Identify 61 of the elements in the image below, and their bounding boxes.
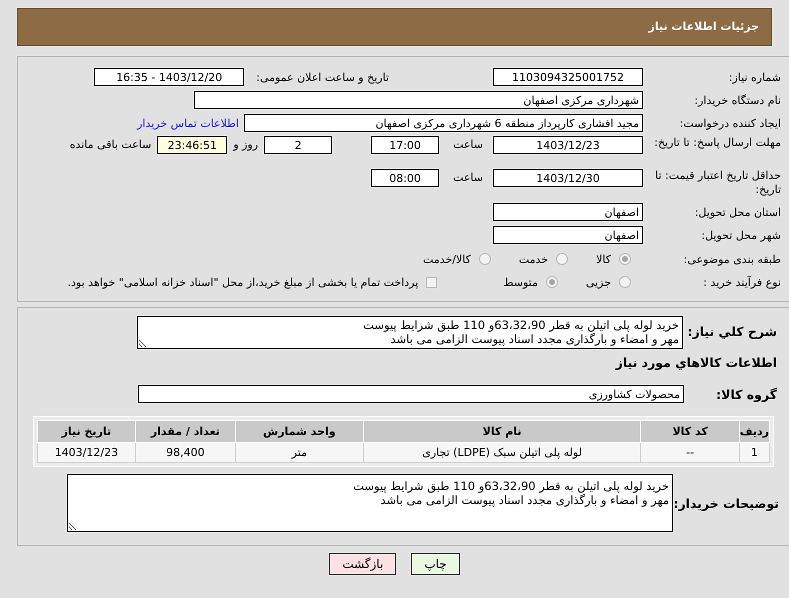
column-header: کد کالا (640, 420, 740, 442)
section-heading: اطلاعات كالاهاي مورد نياز (616, 354, 777, 370)
contact-link[interactable]: اطلاعات تماس خریدار (137, 116, 239, 130)
radio-button[interactable] (546, 276, 558, 288)
radio-label: کالا/خدمت (423, 252, 471, 266)
radio-button[interactable] (619, 276, 631, 288)
field-label: شهر محل تحویل: (701, 228, 781, 242)
field-label: تاریخ و ساعت اعلان عمومی: (256, 70, 389, 84)
table-cell: لوله پلی اتیلن سبک (LDPE) تجاری (363, 442, 641, 462)
field-label: ساعت باقی مانده (70, 138, 152, 151)
value-field: 1403/12/23 (493, 136, 643, 154)
field-label: استان محل تحویل: (694, 206, 781, 218)
radio-button[interactable] (619, 253, 631, 265)
field-label: ساعت (453, 171, 483, 184)
page-header: جزئیات اطلاعات نیاز (17, 8, 772, 46)
print-button[interactable]: چاپ (411, 553, 460, 575)
field-label: ساعت (453, 138, 483, 151)
value-field: اصفهان (493, 226, 643, 244)
value-field: محصولات کشاورزی (138, 385, 684, 403)
radio-label: خدمت (518, 252, 548, 266)
description-field[interactable]: خرید لوله پلی اتیلن به قطر 63،32،90و 110 طبق شرایط پیوست مهر و امضاء و بارگذاری مجدد اسناد پیوست الزامی می باشد (137, 316, 683, 349)
field-label: مهلت ارسال پاسخ: تا تاریخ: (653, 136, 781, 150)
field-label: شرح کلي نياز: (688, 324, 777, 339)
checkbox[interactable] (426, 276, 438, 288)
field-label: توضیحات خریدار: (673, 496, 779, 510)
value-field: 17:00 (371, 136, 440, 154)
radio-label: جزیی (586, 276, 611, 288)
value-field: اصفهان (493, 203, 643, 221)
field-label: نوع فرآیند خرید : (703, 276, 781, 288)
value-field: 2 (264, 136, 332, 154)
radio-label: متوسط (503, 276, 538, 288)
table-cell: متر (235, 442, 364, 462)
field-label: شماره نیاز: (728, 70, 781, 84)
field-label: گروه كالا: (716, 386, 777, 402)
table-cell: 1 (739, 442, 770, 462)
column-header: ردیف (739, 420, 770, 442)
table-cell: 1403/12/23 (38, 442, 136, 462)
field-label: روز و (233, 138, 258, 151)
field-label: ایجاد کننده درخواست: (680, 116, 781, 130)
column-header: نام کالا (363, 420, 641, 442)
radio-button[interactable] (478, 253, 491, 265)
table-cell: 98,400 (135, 442, 236, 462)
checkbox-label: پرداخت تمام یا بخشی از مبلغ خرید،از محل "اسناد خزانه اسلامی" خواهد بود. (68, 276, 418, 288)
field-label: طبقه بندی موضوعی: (684, 252, 781, 266)
radio-button[interactable] (556, 253, 568, 265)
field-label: نام دستگاه خریدار: (694, 94, 781, 106)
notes-field[interactable]: خرید لوله پلی اتیلن به قطر 63،32،90و 110 طبق شرایط پیوست مهر و امضاء و بارگذاری مجدد اسناد پیوست الزامی می باشد (67, 474, 673, 532)
value-field: شهرداری مرکزی اصفهان (194, 91, 643, 109)
back-button[interactable]: بازگشت (329, 553, 396, 575)
radio-label: کالا (596, 252, 611, 266)
field-label: حداقل تاریخ اعتبار قیمت: تا تاریخ: (654, 169, 781, 197)
table-cell: -- (640, 442, 740, 462)
value-field: 08:00 (371, 169, 440, 187)
value-field: 1403/12/20 - 16:35 (94, 68, 244, 86)
column-header: تاریخ نیاز (38, 420, 136, 442)
column-header: تعداد / مقدار (135, 420, 236, 442)
timer-field: 23:46:51 (157, 136, 228, 154)
value-field: 1403/12/30 (493, 169, 643, 187)
value-field: مجید افشاری کارپرداز منطقه 6 شهرداری مرکزی اصفهان (244, 114, 643, 132)
column-header: واحد شمارش (235, 420, 364, 442)
value-field: 1103094325001752 (493, 68, 643, 86)
